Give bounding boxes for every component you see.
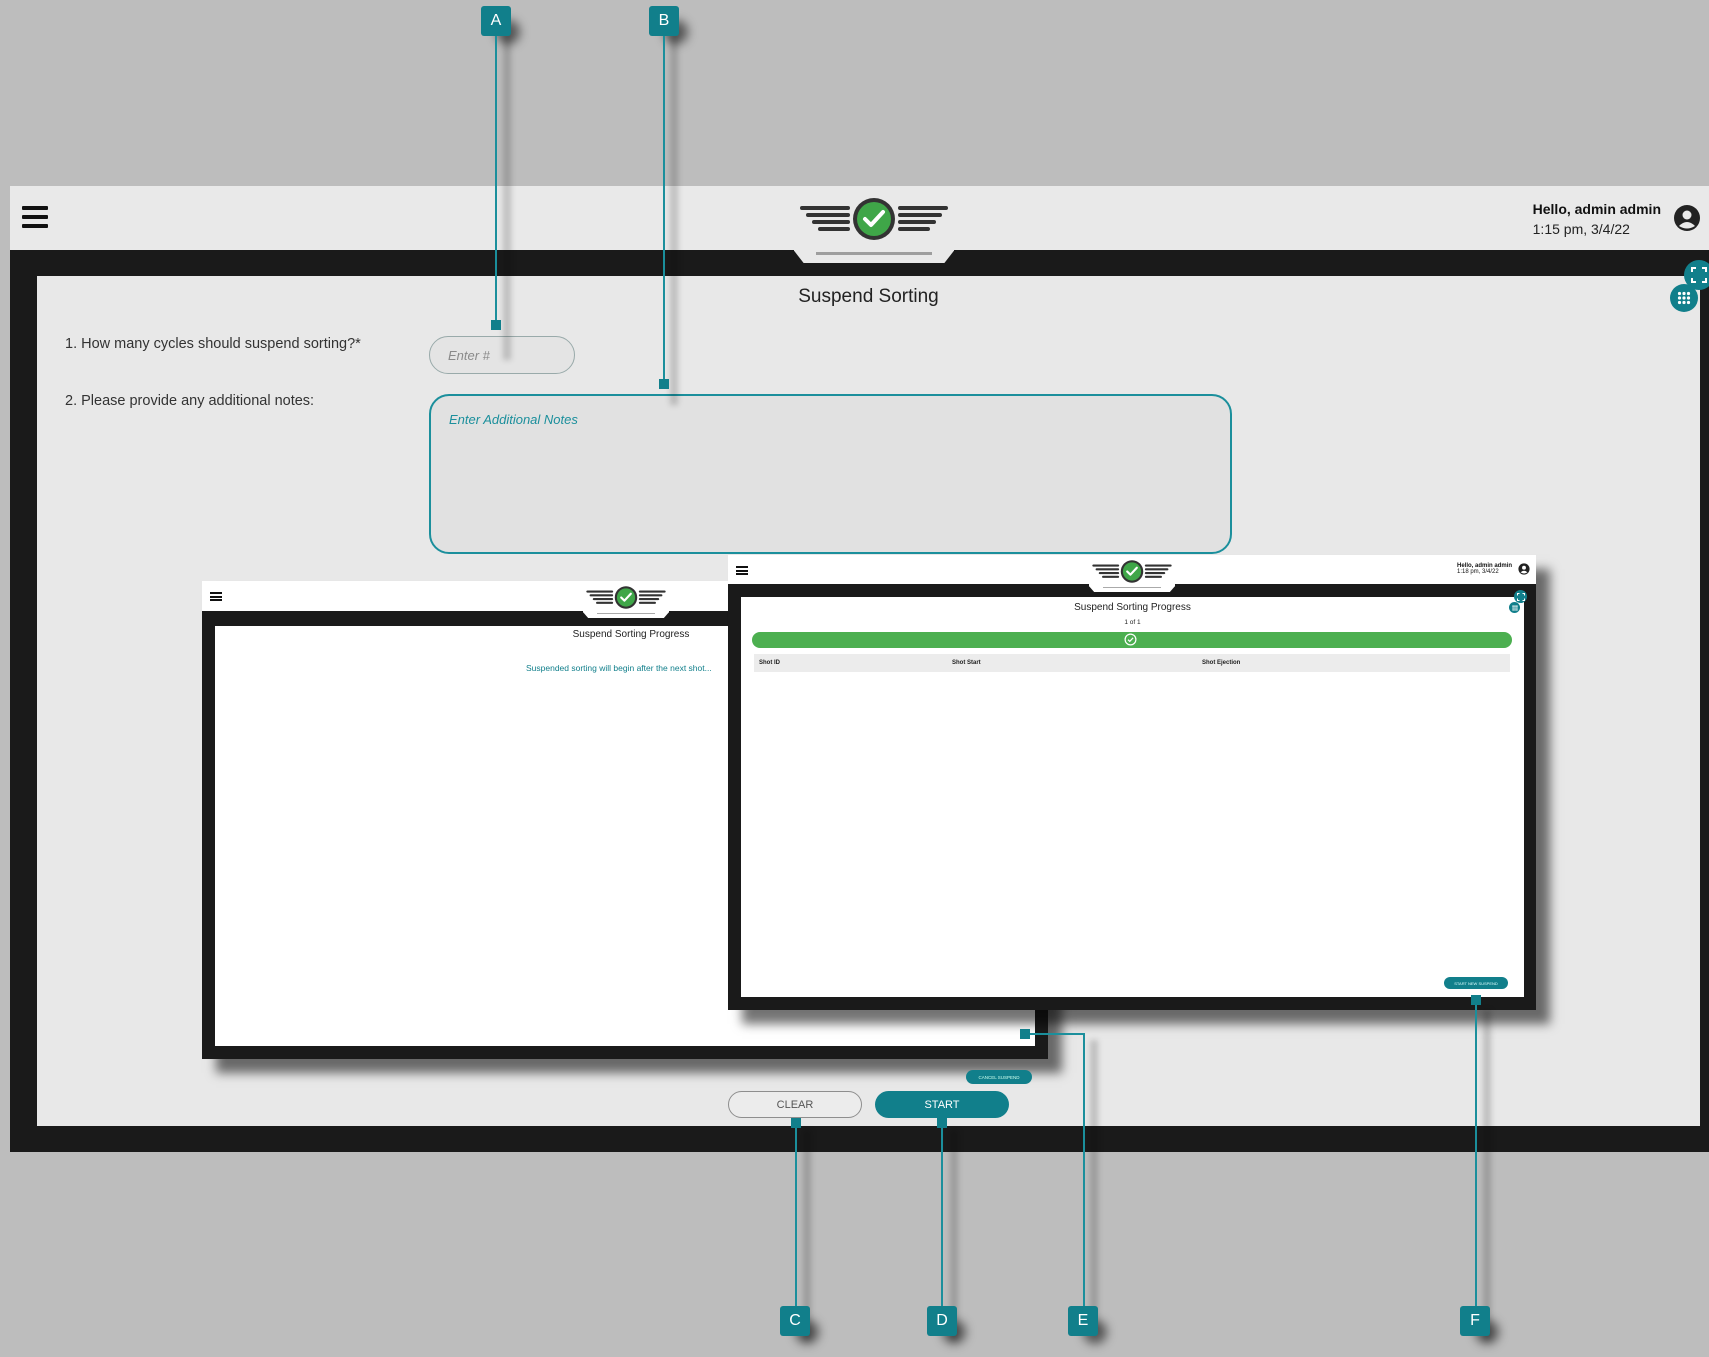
suspend-pending-message: Suspended sorting will begin after the n…: [526, 663, 712, 673]
cancel-suspend-button[interactable]: CANCEL SUSPEND: [966, 1070, 1032, 1084]
notes-question-label: 2. Please provide any additional notes:: [65, 393, 315, 409]
fullscreen-button[interactable]: [1684, 260, 1709, 290]
user-account-icon[interactable]: [1673, 204, 1701, 232]
additional-notes-field[interactable]: [429, 394, 1232, 554]
callout-anchor-f: [1471, 995, 1481, 1005]
menu-icon[interactable]: [22, 206, 48, 228]
callout-badge-e: E: [1068, 1306, 1098, 1336]
clear-button[interactable]: CLEAR: [728, 1091, 862, 1118]
inset-logo-tab: [1089, 555, 1175, 592]
callout-anchor-a: [491, 320, 501, 330]
callout-badge-a: A: [481, 6, 511, 36]
callout-line-f: [1475, 1000, 1477, 1319]
inset-menu-icon[interactable]: [736, 566, 748, 575]
start-new-suspend-button[interactable]: START NEW SUSPEND: [1444, 977, 1508, 989]
callout-shadow: [1090, 1040, 1098, 1330]
inset-logo-icon: [1092, 560, 1172, 583]
grid-icon: [1677, 291, 1691, 305]
callout-line-c: [795, 1123, 797, 1319]
inset-fullscreen-button[interactable]: [1514, 590, 1527, 603]
inset-logo-icon: [586, 586, 666, 609]
callout-line-b: [663, 34, 665, 382]
progress-counter: 1 of 1: [1124, 619, 1141, 626]
inset-logo-underline: [597, 612, 655, 614]
grid-icon: [1511, 604, 1518, 611]
callout-anchor-e: [1020, 1029, 1030, 1039]
callout-line-e-h: [1025, 1033, 1085, 1035]
callout-line-a: [495, 34, 497, 324]
callout-badge-d: D: [927, 1306, 957, 1336]
suspend-progress-bar: [752, 632, 1512, 648]
callout-shadow: [503, 35, 511, 360]
callout-line-d: [941, 1123, 943, 1319]
check-circle-icon: [1124, 633, 1137, 646]
logo-icon: [800, 198, 948, 240]
callout-shadow: [1483, 1010, 1491, 1340]
inset-user-account-icon[interactable]: [1518, 563, 1530, 575]
user-info: Hello, admin admin 1:15 pm, 3/4/22: [1533, 201, 1661, 237]
cycles-question-label: 1. How many cycles should suspend sortin…: [65, 336, 361, 352]
inset-logo-tab: [583, 581, 669, 618]
inset-menu-icon[interactable]: [210, 592, 222, 601]
logo-tab: [794, 186, 954, 263]
fullscreen-icon: [1691, 267, 1707, 283]
inset-panel: Suspend Sorting Progress 1 of 1 Shot ID …: [741, 597, 1524, 997]
callout-badge-c: C: [780, 1306, 810, 1336]
page-title: Suspend Sorting: [798, 286, 939, 307]
column-shot-ejection: Shot Ejection: [1202, 660, 1241, 666]
start-button[interactable]: START: [875, 1091, 1009, 1118]
inset-apps-grid-button[interactable]: [1509, 602, 1520, 613]
callout-anchor-c: [791, 1118, 801, 1128]
callout-anchor-d: [937, 1118, 947, 1128]
inset-datetime: 1:18 pm, 3/4/22: [1456, 569, 1499, 575]
inset-screenshot-progress: Hello, admin admin 1:18 pm, 3/4/22 Suspe…: [728, 555, 1536, 1010]
callout-anchor-b: [659, 379, 669, 389]
user-greeting: Hello, admin admin: [1532, 201, 1661, 217]
logo-tab-underline: [816, 252, 932, 255]
callout-line-e: [1083, 1033, 1085, 1319]
fullscreen-icon: [1516, 592, 1525, 601]
inset-user-info: Hello, admin admin 1:18 pm, 3/4/22: [1457, 563, 1512, 575]
column-shot-start: Shot Start: [952, 660, 981, 666]
inset-logo-underline: [1103, 586, 1161, 588]
inset-progress-title: Suspend Sorting Progress: [572, 629, 690, 640]
current-datetime: 1:15 pm, 3/4/22: [1532, 221, 1630, 237]
callout-badge-b: B: [649, 6, 679, 36]
column-shot-id: Shot ID: [759, 660, 780, 666]
cycles-input[interactable]: [429, 336, 575, 374]
callout-shadow: [670, 35, 678, 405]
shot-table-header: Shot ID Shot Start Shot Ejection: [754, 654, 1510, 672]
callout-badge-f: F: [1460, 1306, 1490, 1336]
inset-progress-title: Suspend Sorting Progress: [1074, 602, 1191, 613]
